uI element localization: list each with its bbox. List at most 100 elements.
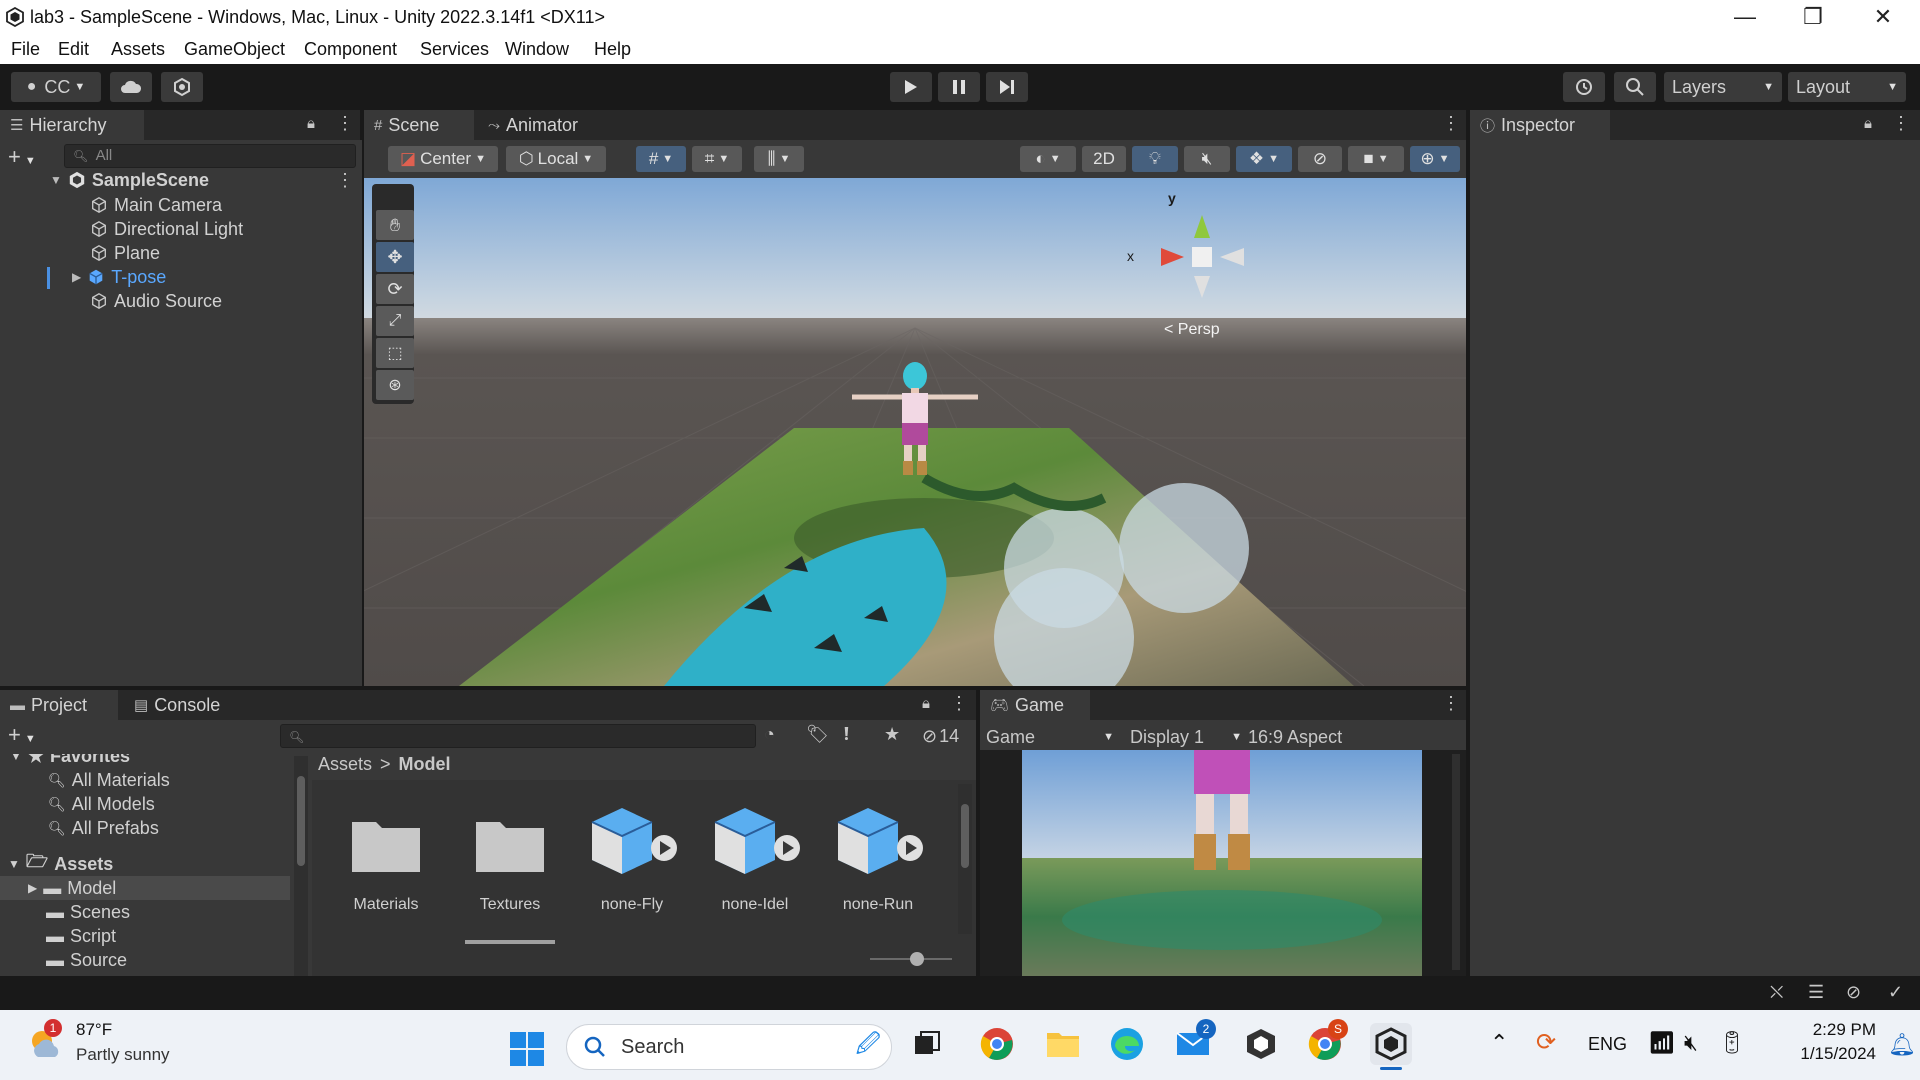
audio-toggle-button[interactable]: 🔇︎ [1184, 146, 1230, 172]
camera-settings-dropdown[interactable]: ■ ▼ [1348, 146, 1404, 172]
scene-root[interactable]: ▼ SampleScene [50, 168, 209, 192]
toggle-2d-button[interactable]: 2D [1082, 146, 1126, 172]
favorite-item[interactable]: 🔍︎ All Models [48, 792, 155, 816]
cloud-button[interactable] [110, 72, 152, 102]
menu-window[interactable]: Window [505, 39, 569, 60]
maximize-button[interactable]: ❐ [1778, 0, 1848, 34]
increment-snap-button[interactable]: ⌗ ▼ [692, 146, 742, 172]
weather-widget[interactable]: 1 [26, 1019, 66, 1063]
tab-inspector[interactable]: ⓘ Inspector [1470, 110, 1610, 140]
asset-item[interactable]: none-Idel [700, 800, 810, 913]
expand-arrow-icon[interactable]: ▶ [72, 270, 81, 284]
menu-help[interactable]: Help [594, 39, 631, 60]
perspective-label[interactable]: < Persp [1164, 321, 1220, 339]
asset-item[interactable]: Textures [455, 800, 565, 944]
menu-edit[interactable]: Edit [58, 39, 89, 60]
scene-more-icon[interactable]: ⋮ [336, 170, 354, 191]
lock-icon[interactable]: 🔒︎ [922, 695, 930, 712]
menu-file[interactable]: File [11, 39, 40, 60]
add-object-button[interactable]: + ▼ [8, 144, 36, 170]
asset-grid-scrollbar[interactable] [958, 784, 972, 934]
file-explorer-button[interactable] [1042, 1023, 1084, 1065]
hierarchy-search-input[interactable]: 🔍︎ All [64, 144, 356, 168]
ruler-snap-button[interactable]: ⫼ ▼ [754, 146, 804, 172]
breadcrumb-model[interactable]: Model [399, 754, 451, 775]
create-asset-button[interactable]: + ▼ [8, 722, 36, 748]
play-button[interactable] [890, 72, 932, 102]
display-dropdown[interactable]: Display 1 ▼ [1130, 724, 1242, 750]
scrollbar-thumb[interactable] [961, 804, 969, 868]
account-dropdown[interactable]: ● CC ▼ [11, 72, 101, 102]
tab-hierarchy[interactable]: ☰ Hierarchy [0, 110, 144, 140]
taskbar-search[interactable]: Search 🖉 [566, 1024, 892, 1070]
menu-component[interactable]: Component [304, 39, 397, 60]
tab-scene[interactable]: # Scene [364, 110, 474, 140]
filter-warning-icon[interactable]: ❗︎ [844, 724, 849, 745]
zoom-slider-handle[interactable] [910, 952, 924, 966]
favorites-header[interactable]: ▼ ★ Favorites [10, 754, 130, 768]
scale-tool-button[interactable]: ⤢ [376, 306, 414, 336]
pause-button[interactable] [938, 72, 980, 102]
folder-item[interactable]: ▬ Scenes [46, 900, 130, 924]
folder-tree-scrollbar[interactable] [294, 756, 308, 976]
step-button[interactable] [986, 72, 1028, 102]
layout-dropdown[interactable]: Layout ▼ [1788, 72, 1906, 102]
task-view-button[interactable] [906, 1023, 948, 1065]
lighting-toggle-button[interactable]: 💡︎ [1132, 146, 1178, 172]
more-options-icon[interactable]: ⋮ [336, 113, 354, 134]
search-button[interactable] [1614, 72, 1656, 102]
hierarchy-item-tpose[interactable]: ▶ T-pose [72, 265, 166, 289]
hidden-packages-toggle[interactable]: ⊘ 14 [922, 726, 959, 747]
start-button[interactable] [510, 1032, 544, 1066]
rect-tool-button[interactable]: ⬚ [376, 338, 414, 368]
debug-off-icon[interactable]: ⛌ [1770, 982, 1783, 1003]
history-button[interactable] [1563, 72, 1605, 102]
transform-tool-button[interactable]: ⊛ [376, 370, 414, 400]
clock[interactable]: 2:29 PM 1/15/2024 [1772, 1020, 1876, 1064]
chrome-taskbar-button[interactable] [976, 1023, 1018, 1065]
more-options-icon[interactable]: ⋮ [1442, 693, 1460, 714]
aspect-dropdown[interactable]: 16:9 Aspect [1248, 724, 1388, 750]
space-local-dropdown[interactable]: ⬡ Local ▼ [506, 146, 606, 172]
unity-editor-taskbar-button[interactable] [1370, 1023, 1412, 1070]
chrome-profile-taskbar-button[interactable]: S [1304, 1019, 1348, 1065]
check-circle-icon[interactable]: ✓ [1888, 982, 1903, 1003]
tab-animator[interactable]: ⤳ Animator [478, 110, 598, 140]
scrollbar-thumb[interactable] [297, 776, 305, 866]
scene-viewport[interactable]: ✋︎ ✥ ⟳ ⤢ ⬚ ⊛ y x < Persp [364, 178, 1466, 686]
wifi-icon[interactable]: 📶︎ [1648, 1030, 1676, 1056]
hierarchy-item[interactable]: Directional Light [90, 217, 243, 241]
game-mode-dropdown[interactable]: Game ▼ [986, 724, 1114, 750]
progress-off-icon[interactable]: ⊘ [1846, 982, 1861, 1003]
lock-icon[interactable]: 🔒︎ [307, 115, 315, 132]
filter-by-label-icon[interactable]: 🏷︎ [806, 724, 829, 745]
gizmos-dropdown[interactable]: ⊕ ▼ [1410, 146, 1460, 172]
filter-by-type-icon[interactable]: ◔ [764, 724, 775, 745]
rotate-tool-button[interactable]: ⟳ [376, 274, 414, 304]
close-button[interactable]: ✕ [1848, 0, 1918, 34]
more-options-icon[interactable]: ⋮ [1892, 113, 1910, 134]
move-tool-button[interactable]: ✥ [376, 242, 414, 272]
favorite-star-icon[interactable]: ★ [884, 724, 900, 745]
battery-icon[interactable]: 🔋︎ [1718, 1030, 1746, 1056]
hierarchy-item[interactable]: Audio Source [90, 289, 222, 313]
cache-server-icon[interactable]: ☰ [1808, 982, 1824, 1003]
scene-visibility-button[interactable]: ⊘ [1298, 146, 1342, 172]
unity-hub-taskbar-button[interactable] [1240, 1023, 1282, 1065]
sync-icon[interactable]: ⟳ [1536, 1028, 1556, 1057]
menu-assets[interactable]: Assets [111, 39, 165, 60]
language-indicator[interactable]: ENG [1588, 1034, 1627, 1055]
folder-item[interactable]: ▬ Source [46, 948, 127, 972]
folder-item-model[interactable]: ▶ ▬ Model [0, 876, 290, 900]
tab-game[interactable]: 🎮︎ Game [980, 690, 1090, 720]
folder-item[interactable]: ▬ Script [46, 924, 116, 948]
favorite-item[interactable]: 🔍︎ All Prefabs [48, 816, 159, 840]
tab-project[interactable]: ▬ Project [0, 690, 118, 720]
minimize-button[interactable]: — [1710, 0, 1780, 34]
shading-mode-dropdown[interactable]: ◐ ▼ [1020, 146, 1076, 172]
menu-gameobject[interactable]: GameObject [184, 39, 285, 60]
favorite-item[interactable]: 🔍︎ All Materials [48, 768, 170, 792]
project-search-input[interactable]: 🔍︎ [280, 724, 756, 748]
assets-root[interactable]: ▼ 🗁 Assets [8, 851, 113, 876]
hierarchy-item[interactable]: Main Camera [90, 193, 222, 217]
